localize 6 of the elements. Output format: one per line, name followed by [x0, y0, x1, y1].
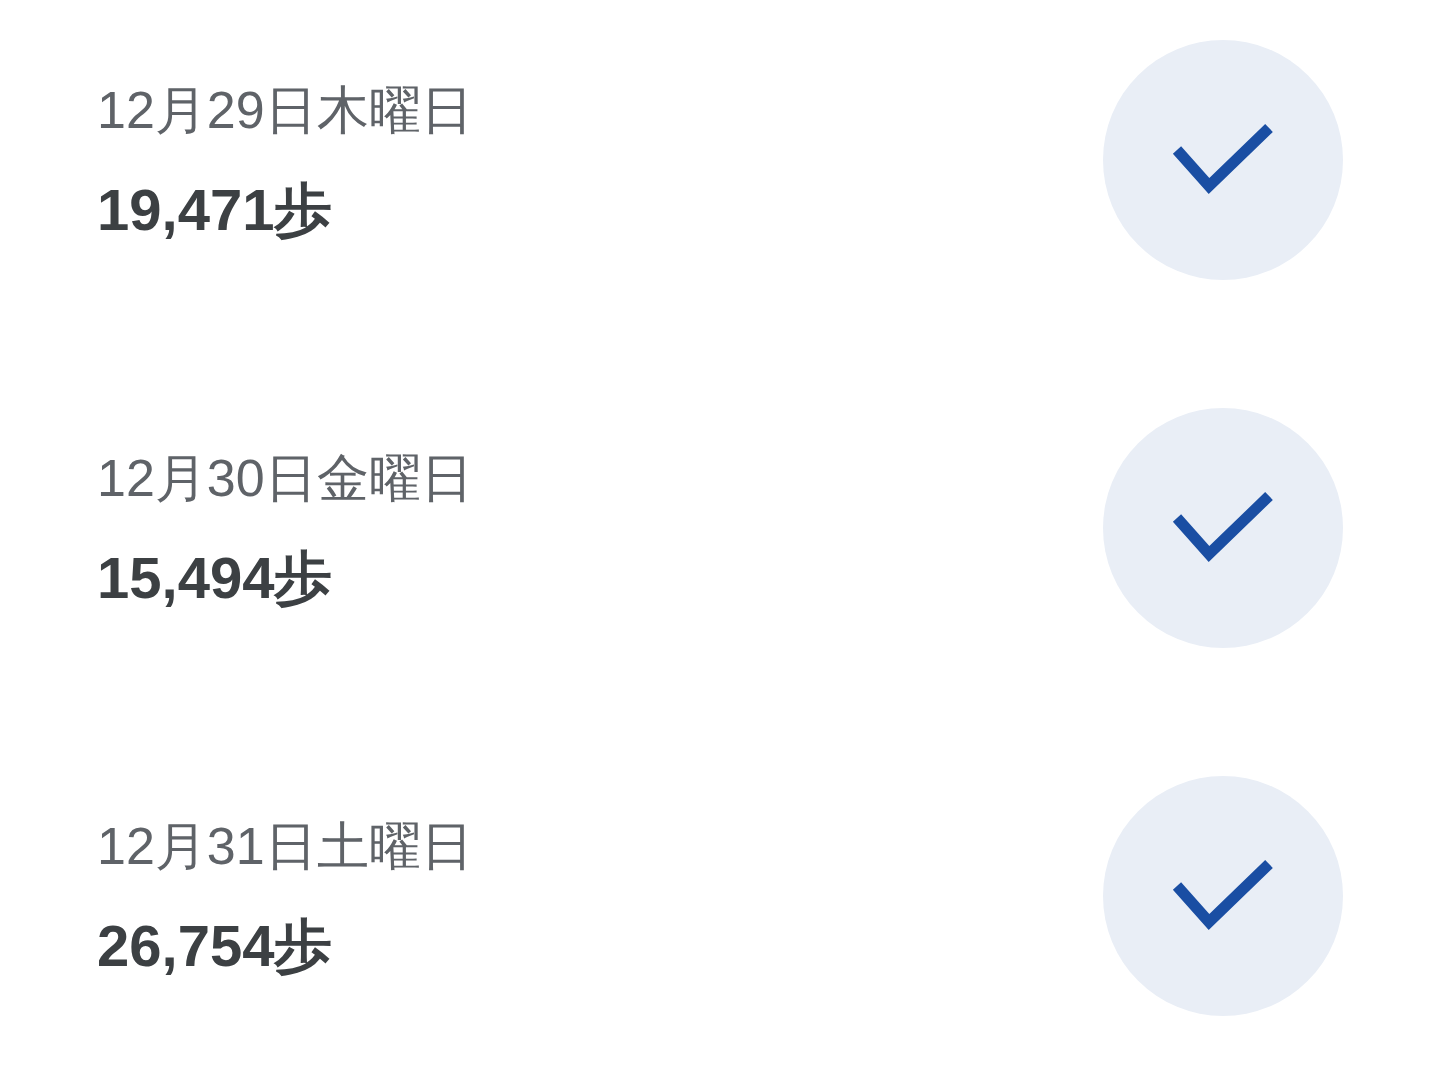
day-date: 12月30日金曜日	[97, 448, 473, 509]
day-date: 12月31日土曜日	[97, 816, 473, 877]
day-date: 12月29日木曜日	[97, 80, 473, 141]
step-count: 15,494歩	[97, 544, 334, 612]
step-count: 19,471歩	[97, 176, 334, 244]
step-count: 26,754歩	[97, 912, 334, 980]
